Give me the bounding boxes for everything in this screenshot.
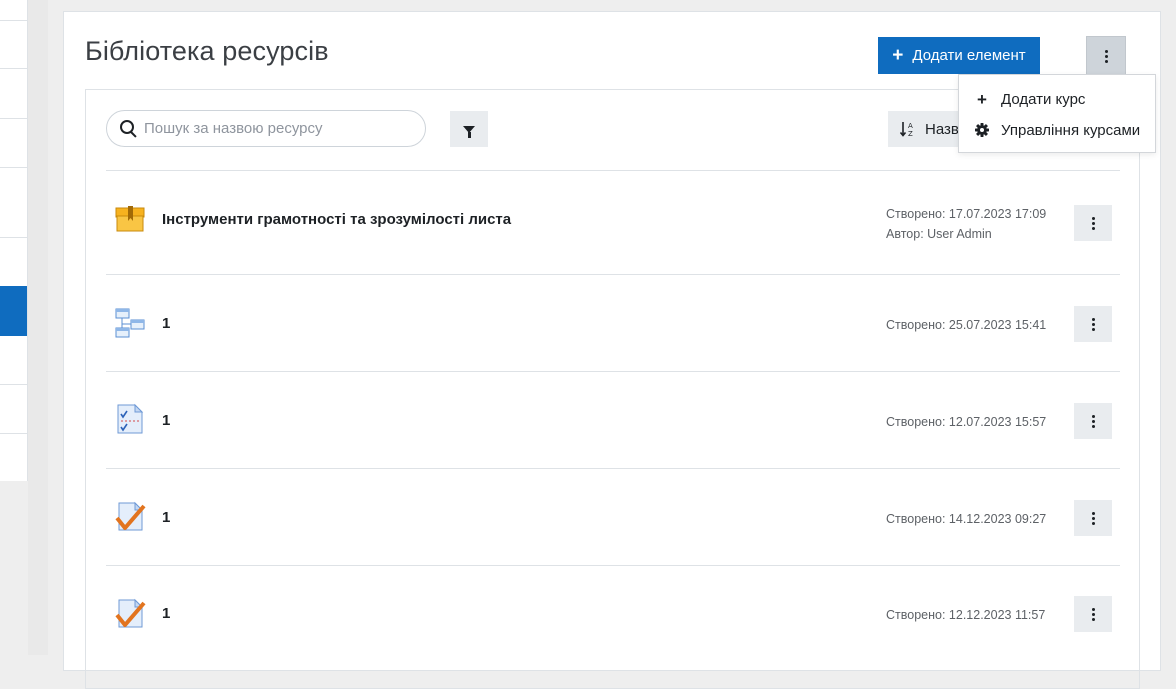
course-box-icon	[115, 206, 145, 232]
resource-title[interactable]: Інструменти грамотності та зрозумілості …	[162, 211, 511, 228]
resource-title[interactable]: 1	[162, 315, 170, 332]
resource-title[interactable]: 1	[162, 412, 170, 429]
author: Автор: User Admin	[886, 227, 992, 241]
resource-actions-button[interactable]	[1074, 306, 1112, 342]
left-sidebar	[0, 0, 28, 481]
add-element-label: Додати елемент	[912, 47, 1026, 64]
svg-text:Z: Z	[908, 130, 913, 138]
add-element-button[interactable]: + Додати елемент	[878, 37, 1040, 74]
page-actions-menu-button[interactable]	[1086, 36, 1126, 76]
created-date: Створено: 12.07.2023 15:57	[886, 415, 1047, 429]
menu-item-label: Додати курс	[1001, 90, 1086, 108]
resource-list-panel: A Z Назва Інструменти грамотності та зро…	[85, 89, 1140, 689]
resource-row[interactable]: 1 Створено: 25.07.2023 15:41	[106, 274, 1120, 371]
resource-row[interactable]: 1 Створено: 12.07.2023 15:57	[106, 371, 1120, 468]
resource-row[interactable]: 1 Створено: 12.12.2023 11:57	[106, 565, 1120, 662]
svg-text:A: A	[908, 122, 913, 130]
resource-actions-button[interactable]	[1074, 596, 1112, 632]
created-date: Створено: 25.07.2023 15:41	[886, 318, 1047, 332]
sidebar-item[interactable]	[0, 21, 27, 69]
kebab-menu-icon	[1091, 414, 1095, 428]
plus-icon: +	[892, 45, 904, 66]
created-date: Створено: 17.07.2023 17:09	[886, 207, 1047, 221]
search-box[interactable]	[106, 110, 426, 147]
sidebar-item[interactable]	[0, 385, 27, 434]
resource-meta: Створено: 14.12.2023 09:27	[886, 509, 1046, 529]
page-actions-dropdown: + Додати курс Управління курсами	[958, 74, 1156, 153]
search-input[interactable]	[144, 120, 414, 137]
sidebar-item[interactable]	[0, 336, 27, 385]
resource-actions-button[interactable]	[1074, 205, 1112, 241]
menu-item-manage-courses[interactable]: Управління курсами	[959, 115, 1155, 145]
menu-item-label: Управління курсами	[1001, 121, 1141, 139]
plus-icon: +	[977, 89, 987, 109]
created-date: Створено: 14.12.2023 09:27	[886, 512, 1047, 526]
resource-meta: Створено: 25.07.2023 15:41	[886, 315, 1046, 335]
checklist-document-icon	[117, 403, 144, 434]
gear-icon	[975, 123, 989, 137]
resource-actions-button[interactable]	[1074, 403, 1112, 439]
page-title: Бібліотека ресурсів	[85, 36, 329, 66]
kebab-menu-icon	[1091, 607, 1095, 621]
resource-meta: Створено: 12.12.2023 11:57	[886, 605, 1045, 625]
resource-meta: Створено: 17.07.2023 17:09 Автор: User A…	[886, 204, 1046, 244]
kebab-menu-icon	[1104, 49, 1108, 63]
sidebar-item-active[interactable]	[0, 286, 27, 336]
sidebar-item[interactable]	[0, 168, 27, 238]
resource-row[interactable]: Інструменти грамотності та зрозумілості …	[106, 170, 1120, 267]
kebab-menu-icon	[1091, 317, 1095, 331]
structure-diagram-icon	[115, 308, 145, 338]
resource-meta: Створено: 12.07.2023 15:57	[886, 412, 1046, 432]
kebab-menu-icon	[1091, 216, 1095, 230]
resource-actions-button[interactable]	[1074, 500, 1112, 536]
resource-row[interactable]: 1 Створено: 14.12.2023 09:27	[106, 468, 1120, 565]
quiz-check-icon	[115, 598, 146, 628]
kebab-menu-icon	[1091, 511, 1095, 525]
sort-alpha-icon: A Z	[900, 122, 913, 138]
menu-item-add-course[interactable]: + Додати курс	[959, 84, 1155, 114]
sidebar-item[interactable]	[0, 0, 27, 21]
resource-title[interactable]: 1	[162, 509, 170, 526]
filter-button[interactable]	[450, 111, 488, 147]
sidebar-item[interactable]	[0, 69, 27, 119]
sidebar-item[interactable]	[0, 119, 27, 168]
resource-title[interactable]: 1	[162, 605, 170, 622]
filter-icon	[463, 125, 475, 138]
quiz-check-icon	[115, 501, 146, 531]
search-icon	[120, 119, 138, 138]
sidebar-gutter	[28, 0, 48, 655]
created-date: Створено: 12.12.2023 11:57	[886, 608, 1046, 622]
